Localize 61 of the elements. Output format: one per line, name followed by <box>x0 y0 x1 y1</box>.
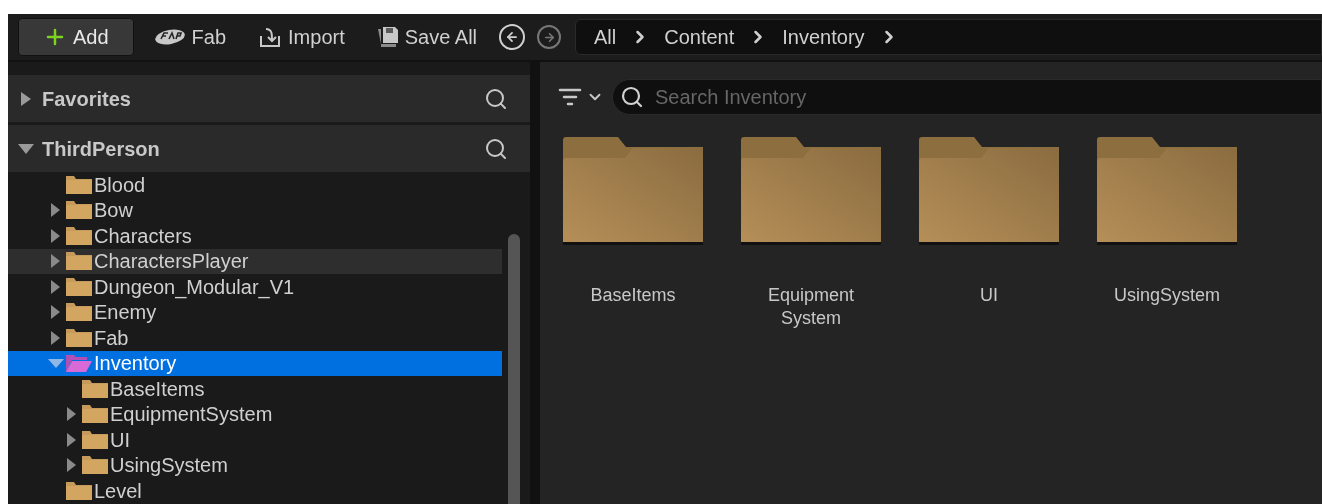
breadcrumb-item[interactable]: Content <box>664 22 735 52</box>
folder-icon <box>65 225 93 246</box>
folder-icon <box>65 251 93 272</box>
folder-icon <box>563 137 703 245</box>
folder-tree-item[interactable]: UI <box>8 427 502 453</box>
folder-icon <box>81 455 109 476</box>
folder-tree-item[interactable]: Blood <box>8 172 502 198</box>
folder-icon <box>81 404 109 425</box>
folder-tile[interactable]: UsingSystem <box>1097 137 1237 330</box>
folder-tree-item[interactable]: BaseItems <box>8 376 502 402</box>
folder-icon <box>741 137 881 245</box>
toolbar-button[interactable]: Import <box>244 18 359 56</box>
save-icon <box>376 26 399 48</box>
folder-icon <box>65 174 93 195</box>
folder-tile[interactable]: UI <box>919 137 1059 330</box>
folder-tree-item[interactable]: CharactersPlayer <box>8 248 502 274</box>
scrollbar[interactable] <box>508 234 520 504</box>
folder-tree-item[interactable]: Bow <box>8 197 502 223</box>
folder-name: UsingSystem <box>1113 284 1221 307</box>
arrow-right-icon <box>542 30 556 44</box>
search-icon <box>620 85 644 109</box>
add-button[interactable]: Add <box>18 18 134 56</box>
folder-icon <box>81 429 109 450</box>
back-button[interactable] <box>499 24 525 50</box>
filter-icon <box>558 87 582 107</box>
toolbar-button[interactable]: Save All <box>362 18 491 56</box>
fab-logo-icon <box>153 28 186 46</box>
folder-tree-item[interactable]: Characters <box>8 223 502 249</box>
section-header[interactable]: Favorites <box>8 75 530 122</box>
folder-name: UI <box>979 284 999 307</box>
folder-icon <box>65 276 93 297</box>
folder-name: BaseItems <box>589 284 677 307</box>
folder-icon <box>65 200 93 221</box>
section-header[interactable]: ThirdPerson <box>8 125 530 172</box>
folder-icon <box>65 302 93 323</box>
folder-icon <box>65 480 93 501</box>
folder-tree-item[interactable]: Inventory <box>8 350 502 376</box>
breadcrumb-item[interactable]: Inventory <box>782 22 865 52</box>
search-field[interactable]: Search Inventory <box>612 79 1322 115</box>
search-icon[interactable] <box>484 86 508 111</box>
folder-tree-item[interactable]: EquipmentSystem <box>8 401 502 427</box>
folder-name: Equipment System <box>766 284 856 330</box>
expanded-arrow-icon[interactable] <box>18 143 34 154</box>
folder-tile[interactable]: BaseItems <box>563 137 703 330</box>
folder-tree-item[interactable]: Enemy <box>8 299 502 325</box>
open-folder-icon <box>65 353 93 374</box>
search-icon[interactable] <box>484 136 508 161</box>
folder-tree-item[interactable]: Dungeon_Modular_V1 <box>8 274 502 300</box>
import-icon <box>258 26 283 48</box>
folder-tree-item[interactable]: UsingSystem <box>8 452 502 478</box>
forward-button[interactable] <box>537 25 561 49</box>
folder-tree-item[interactable]: Fab <box>8 325 502 351</box>
folder-icon <box>65 327 93 348</box>
folder-icon <box>81 378 109 399</box>
arrow-left-icon <box>505 30 519 44</box>
folder-tile[interactable]: Equipment System <box>741 137 881 330</box>
breadcrumb-item[interactable]: All <box>594 22 617 52</box>
folder-icon <box>919 137 1059 245</box>
folder-tree-item[interactable]: Level <box>8 478 502 504</box>
toolbar-button[interactable]: Fab <box>139 18 241 56</box>
folder-icon <box>1097 137 1237 245</box>
